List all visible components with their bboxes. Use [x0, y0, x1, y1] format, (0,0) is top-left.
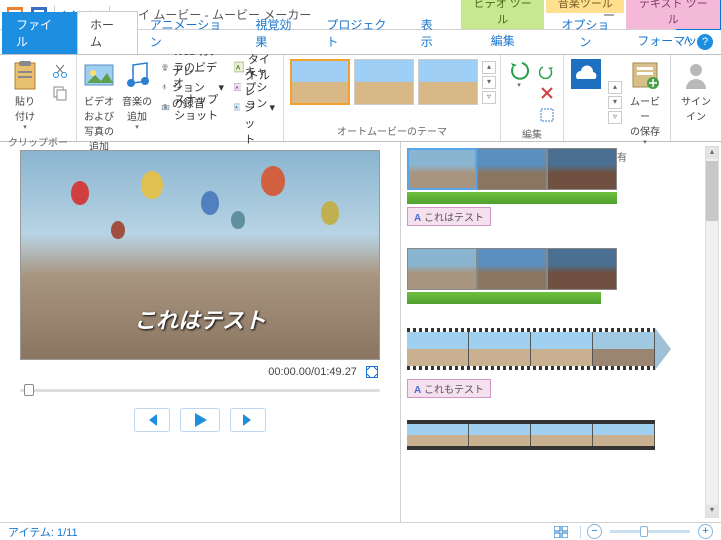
ribbon: 貼り 付け▾ クリップボード ビデオおよび 写真の追加▾ 音楽の 追加▾ Web…	[0, 54, 721, 142]
clip-3[interactable]	[547, 148, 617, 190]
film-strip-2[interactable]	[407, 420, 655, 450]
tab-visual-effects[interactable]: 視覚効果	[243, 12, 314, 54]
context-video-tools: ビデオ ツール	[461, 0, 544, 29]
copy-button[interactable]	[48, 83, 72, 103]
select-all-button[interactable]	[535, 105, 559, 125]
theme-gallery-more[interactable]: ▿	[482, 91, 496, 104]
clip-1[interactable]	[407, 148, 477, 190]
theme-scroll-up[interactable]: ▴	[482, 61, 496, 74]
svg-text:A: A	[235, 106, 238, 110]
group-signin: サインイン	[671, 55, 721, 141]
clip-2[interactable]	[477, 148, 547, 190]
signin-button[interactable]: サインイン	[675, 57, 717, 125]
vertical-scrollbar[interactable]: ▴ ▾	[705, 146, 719, 518]
help-icon[interactable]: ?	[697, 34, 713, 50]
ribbon-tabs: ファイル ホーム アニメーション 視覚効果 プロジェクト 表示 ビデオ ツール …	[0, 30, 721, 54]
group-share: ▴ ▾ ▿ ムービー の保存▾ 共有	[564, 55, 671, 141]
fullscreen-icon[interactable]	[366, 366, 378, 378]
collapse-ribbon-icon[interactable]: ᐱ	[684, 36, 691, 47]
tab-file[interactable]: ファイル	[2, 12, 77, 54]
preview-pane: これはテスト 00:00.00/01:49.27	[0, 142, 400, 522]
transition-arrow-1[interactable]	[655, 328, 671, 370]
theme-thumb-3[interactable]	[418, 59, 478, 105]
theme-thumb-2[interactable]	[354, 59, 414, 105]
cut-button[interactable]	[48, 61, 72, 81]
delete-button[interactable]	[535, 83, 559, 103]
share-gallery-more[interactable]: ▿	[608, 111, 622, 124]
zoom-control: − +	[587, 524, 713, 539]
paste-button[interactable]: 貼り 付け▾	[4, 57, 46, 133]
theme-scroll-down[interactable]: ▾	[482, 76, 496, 89]
context-music-tools: 音楽ツール	[546, 0, 624, 13]
onedrive-button[interactable]	[568, 57, 604, 91]
clip-6[interactable]	[547, 248, 617, 290]
theme-thumb-1[interactable]	[290, 59, 350, 105]
film-strip-1[interactable]	[407, 328, 655, 370]
time-display: 00:00.00/01:49.27	[268, 366, 386, 378]
snapshot-button[interactable]: スナップショット	[157, 97, 228, 117]
share-scroll-up[interactable]: ▴	[608, 81, 622, 94]
caption-clip-1[interactable]: A これはテスト	[407, 207, 491, 226]
seek-slider[interactable]	[20, 382, 380, 398]
tab-edit[interactable]: 編集	[461, 29, 544, 52]
clip-4[interactable]	[407, 248, 477, 290]
tab-home[interactable]: ホーム	[77, 11, 138, 54]
tab-project[interactable]: プロジェクト	[314, 12, 408, 54]
preview-caption-text: これはテスト	[134, 303, 266, 335]
item-count: アイテム: 1/11	[8, 524, 78, 540]
zoom-out-button[interactable]: −	[587, 524, 602, 539]
timeline-pane: A これはテスト A これもテスト	[400, 142, 721, 522]
tab-view[interactable]: 表示	[409, 12, 456, 54]
zoom-thumb[interactable]	[640, 526, 648, 537]
thumbnail-size-icon[interactable]	[554, 526, 568, 538]
status-bar: アイテム: 1/11 − +	[0, 522, 721, 540]
play-button[interactable]	[180, 408, 220, 432]
tab-animation[interactable]: アニメーション	[138, 12, 244, 54]
rotate-right-button[interactable]	[535, 61, 559, 81]
prev-frame-button[interactable]	[134, 408, 170, 432]
clip-5[interactable]	[477, 248, 547, 290]
group-add: ビデオおよび 写真の追加▾ 音楽の 追加▾ Web カメラのビデオ ナレーション…	[77, 55, 284, 141]
add-music-button[interactable]: 音楽の 追加▾	[119, 57, 155, 133]
audio-track-1[interactable]	[407, 192, 617, 204]
svg-text:A: A	[236, 64, 241, 71]
context-text-tools: テキスト ツール	[626, 0, 720, 29]
tab-options[interactable]: オプション	[546, 13, 624, 53]
save-movie-button[interactable]: ムービー の保存▾	[624, 57, 666, 148]
share-scroll-down[interactable]: ▾	[608, 96, 622, 109]
zoom-in-button[interactable]: +	[698, 524, 713, 539]
zoom-slider[interactable]	[610, 530, 690, 533]
next-frame-button[interactable]	[230, 408, 266, 432]
credit-button[interactable]: Aクレジット ▾	[230, 97, 279, 117]
group-clipboard: 貼り 付け▾ クリップボード	[0, 55, 77, 141]
audio-track-2[interactable]	[407, 292, 601, 304]
preview-monitor[interactable]: これはテスト	[20, 150, 380, 360]
scroll-up-button[interactable]: ▴	[706, 147, 718, 159]
group-themes: ▴ ▾ ▿ オートムービーのテーマ	[284, 55, 501, 141]
seek-thumb[interactable]	[24, 384, 34, 396]
rotate-left-button[interactable]: ▾	[505, 57, 533, 91]
caption-clip-2[interactable]: A これもテスト	[407, 379, 491, 398]
group-edit: ▾ 編集	[501, 55, 564, 141]
scroll-down-button[interactable]: ▾	[706, 505, 718, 517]
scroll-thumb[interactable]	[706, 161, 718, 221]
